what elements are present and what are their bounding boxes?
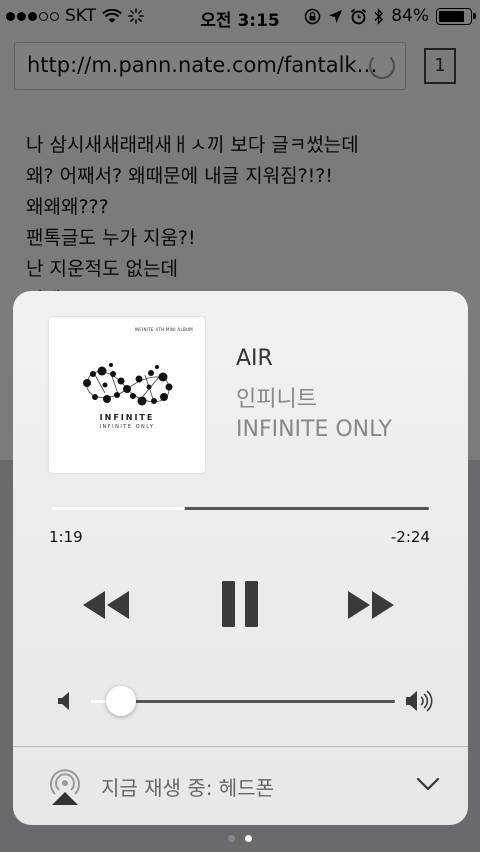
album-artwork: INFINITE 4TH MINI ALBUM INFINITE INFINIT… — [49, 317, 205, 473]
page-dot-active — [245, 835, 252, 842]
audio-output-label[interactable]: 지금 재생 중: 헤드폰 — [101, 772, 274, 801]
infinity-logo-icon — [83, 363, 173, 406]
page-indicator[interactable] — [228, 835, 252, 842]
remaining-time: -2:24 — [390, 528, 430, 546]
song-title: AIR — [236, 346, 273, 371]
volume-slider-knob[interactable] — [105, 686, 136, 716]
airplay-icon[interactable] — [47, 767, 83, 807]
rewind-button[interactable] — [81, 589, 131, 645]
speaker-low-icon — [58, 692, 69, 710]
elapsed-time: 1:19 — [49, 528, 83, 546]
chevron-down-icon[interactable] — [416, 777, 440, 791]
rewind-icon — [83, 591, 129, 619]
fast-forward-button[interactable] — [346, 589, 396, 645]
pause-button[interactable] — [220, 579, 260, 635]
playback-progress-fill — [51, 507, 186, 510]
volume-slider[interactable] — [90, 700, 395, 703]
pause-icon — [222, 581, 258, 627]
artist-name: 인피니트 — [236, 387, 317, 412]
album-art-title: INFINITE — [99, 413, 155, 422]
speaker-high-icon — [406, 690, 433, 712]
now-playing-card: INFINITE 4TH MINI ALBUM INFINITE INFINIT… — [13, 291, 468, 825]
album-name: INFINITE ONLY — [236, 417, 392, 442]
album-art-subtitle: INFINITE ONLY — [99, 424, 155, 430]
page-dot — [228, 835, 235, 842]
fast-forward-icon — [348, 591, 394, 619]
divider — [13, 746, 468, 747]
playback-scrubber[interactable] — [51, 507, 429, 510]
